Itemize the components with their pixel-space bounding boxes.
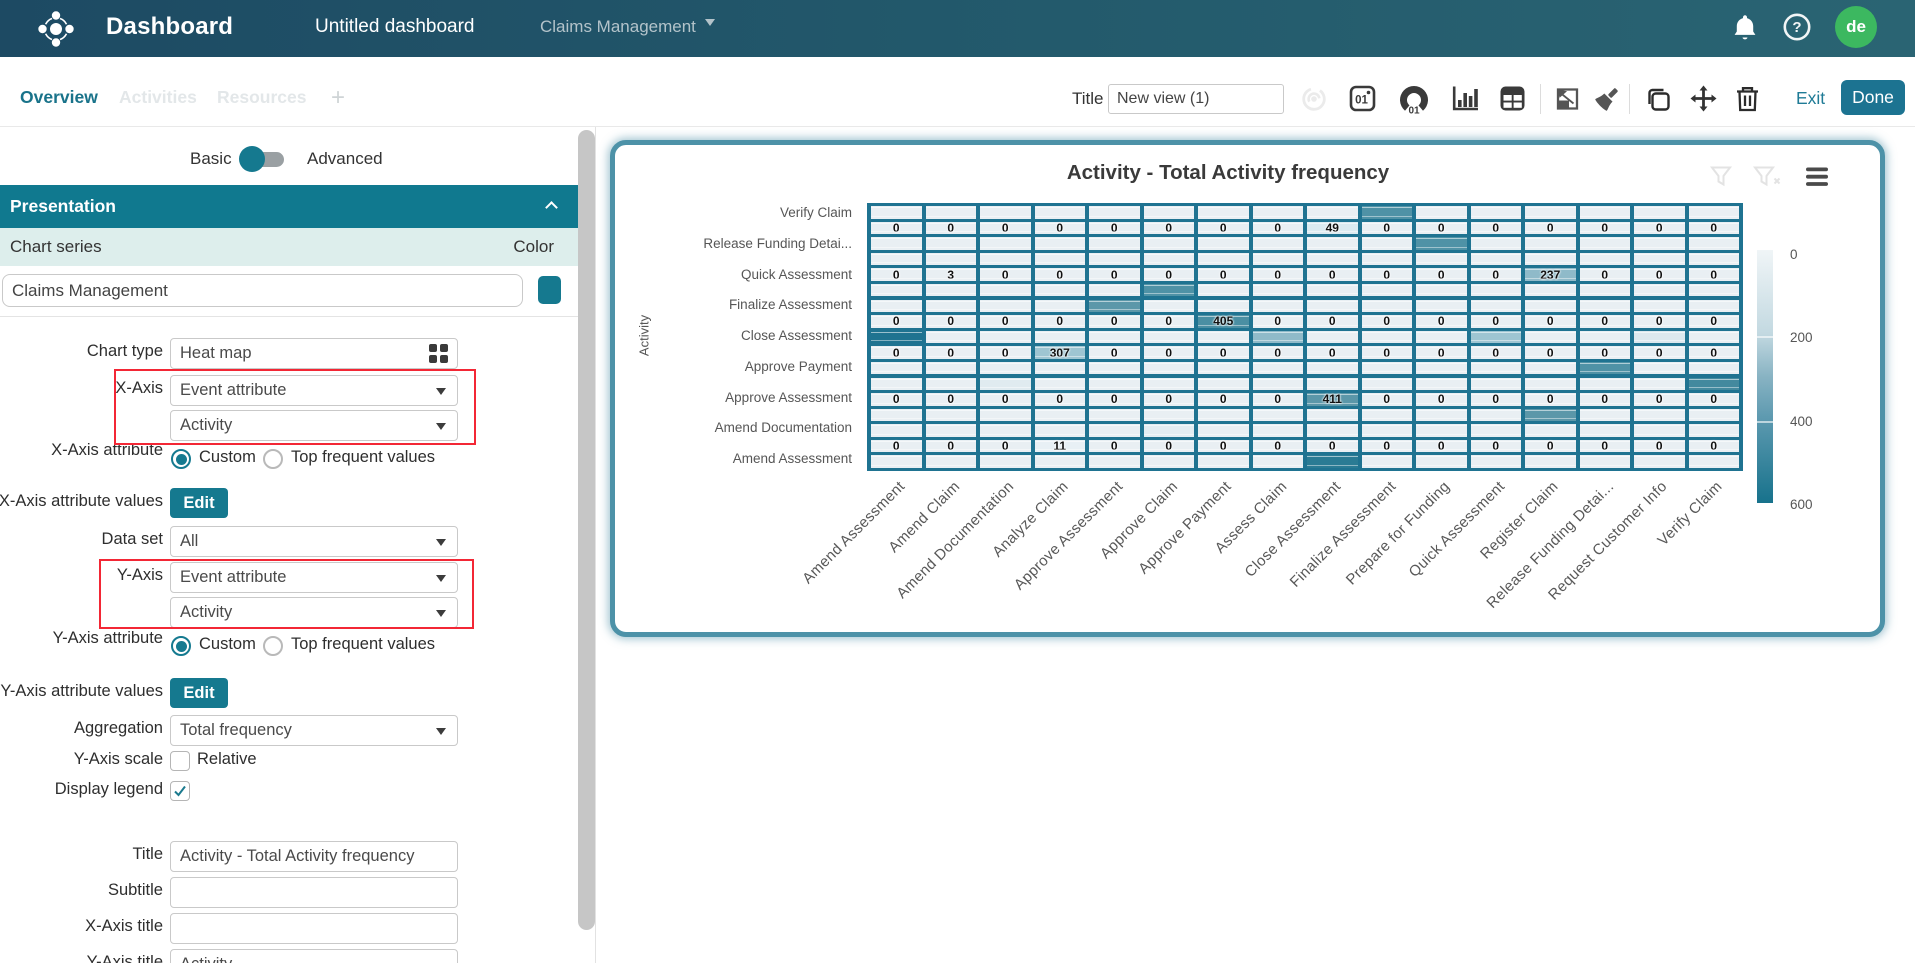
svg-text:01: 01 — [1408, 106, 1420, 115]
svg-text:01: 01 — [1355, 95, 1368, 107]
svg-text:?: ? — [1792, 19, 1801, 36]
